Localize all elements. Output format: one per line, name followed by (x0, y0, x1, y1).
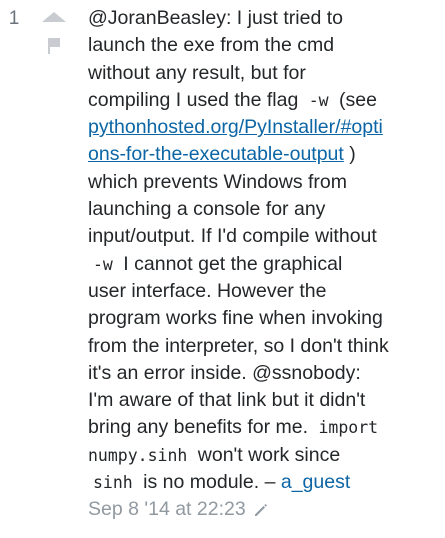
comment-body: @JoranBeasley: I just tried to launch th… (88, 5, 440, 524)
comment-text: is no module. – (137, 471, 281, 494)
comment-date: Sep 8 '14 at 22:23 (88, 498, 246, 521)
comment-text: I cannot get the graphical user interfac… (88, 252, 389, 439)
comment-text: (see (339, 88, 377, 111)
inline-code: -w (308, 90, 329, 110)
comment: 1 @JoranBeasley: I just tried to launch … (0, 0, 445, 538)
comment-author-link[interactable]: a_guest (281, 471, 350, 493)
flag-icon[interactable] (47, 37, 61, 55)
inline-code: -w (93, 254, 113, 274)
comment-score: 1 (8, 8, 20, 29)
upvote-arrow-icon[interactable] (42, 12, 66, 22)
pyinstaller-docs-link[interactable]: pythonhosted.org/PyInstaller/#opti ons-f… (88, 116, 383, 165)
pencil-icon[interactable] (252, 501, 270, 519)
inline-code: sinh (93, 473, 133, 493)
comment-text: won't work since (197, 443, 341, 466)
